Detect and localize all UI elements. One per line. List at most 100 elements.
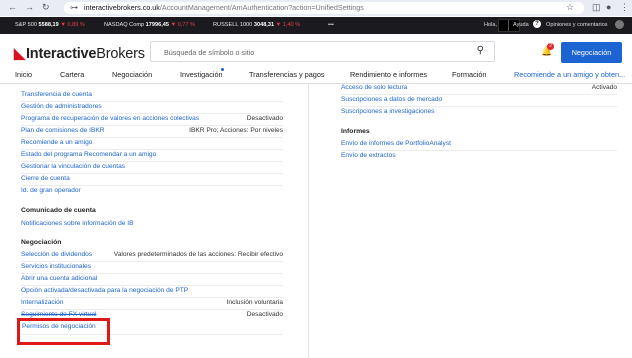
- search-icon[interactable]: ⚲: [477, 45, 484, 56]
- divider: [508, 20, 509, 31]
- setting-link[interactable]: Plan de comisiones de IBKR: [21, 127, 105, 134]
- setting-link[interactable]: Id. de gran operador: [21, 187, 81, 194]
- setting-link[interactable]: Gestión de administradores: [21, 103, 102, 110]
- list-item[interactable]: Transferencia de cuenta: [21, 91, 283, 101]
- greeting: Hola,: [484, 22, 498, 28]
- logo-mark-icon: ◣: [14, 46, 25, 62]
- setting-value: Desactivado: [246, 115, 283, 122]
- list-item[interactable]: Cierre de cuenta: [21, 175, 283, 185]
- settings-icon[interactable]: [615, 20, 624, 29]
- ticker-more-icon[interactable]: •••: [328, 22, 334, 28]
- extensions-icon[interactable]: ◫: [592, 2, 601, 13]
- list-item[interactable]: Estado del programa Recomendar a un amig…: [21, 151, 283, 161]
- forward-icon[interactable]: →: [25, 2, 34, 12]
- setting-link[interactable]: Notificaciones sobre información de IB: [21, 220, 134, 227]
- list-item[interactable]: Envío de extractos: [341, 152, 617, 162]
- profile-icon[interactable]: ●: [606, 2, 611, 12]
- setting-link[interactable]: Suscripciones a datos de mercado: [341, 96, 442, 103]
- list-item[interactable]: Servicios institucionales: [21, 263, 283, 273]
- highlight-box: [17, 318, 110, 345]
- ticker-name: NASDAQ Comp: [104, 22, 145, 28]
- list-item[interactable]: Suscripciones a investigaciones: [341, 108, 617, 118]
- help-link[interactable]: Ayuda: [513, 22, 529, 28]
- setting-link[interactable]: Estado del programa Recomendar a un amig…: [21, 151, 156, 158]
- nav-cartera[interactable]: Cartera: [60, 70, 84, 79]
- nav-formacion[interactable]: Formación: [452, 70, 486, 79]
- divider: [21, 297, 283, 298]
- setting-link[interactable]: Cierre de cuenta: [21, 175, 70, 182]
- list-item[interactable]: Gestión de administradores: [21, 103, 283, 113]
- setting-link[interactable]: Recomiende a un amigo: [21, 139, 92, 146]
- setting-link[interactable]: Acceso de solo lectura: [341, 84, 407, 91]
- back-icon[interactable]: ←: [8, 2, 17, 12]
- ticker-value: 5588,19: [38, 22, 59, 28]
- setting-link[interactable]: Abrir una cuenta adicional: [21, 275, 97, 282]
- ticker-change: ▼ 1,40 %: [275, 22, 301, 28]
- nav-negociacion[interactable]: Negociación: [112, 70, 152, 79]
- setting-link[interactable]: Transferencia de cuenta: [21, 91, 92, 98]
- list-item[interactable]: Notificaciones sobre información de IB: [21, 220, 283, 230]
- address-bar[interactable]: ⊶ interactivebrokers.co.uk/AccountManage…: [64, 2, 584, 14]
- symbol-search-input[interactable]: Búsqueda de símbolo o sitio ⚲: [150, 41, 495, 62]
- bookmark-star-icon[interactable]: ☆: [566, 2, 574, 13]
- setting-link[interactable]: Envío de extractos: [341, 152, 396, 159]
- main-nav: Inicio Cartera Negociación Investigación…: [0, 66, 632, 84]
- list-item[interactable]: Acceso de solo lectura Activado: [341, 84, 617, 94]
- interactive-brokers-logo[interactable]: ◣InteractiveBrokers: [14, 46, 145, 62]
- setting-link[interactable]: Gestionar la vinculación de cuentas: [21, 163, 125, 170]
- ticker-value: 17996,45: [145, 22, 170, 28]
- divider: [21, 161, 283, 162]
- search-placeholder: Búsqueda de símbolo o sitio: [164, 48, 255, 57]
- nav-inicio[interactable]: Inicio: [15, 70, 32, 79]
- setting-link[interactable]: Internalización: [21, 299, 64, 306]
- nav-transferencias[interactable]: Transferencias y pagos: [249, 70, 325, 79]
- section-heading: Negociación: [21, 239, 62, 246]
- list-item[interactable]: Envío de informes de PortfolioAnalyst: [341, 140, 617, 150]
- market-ticker-bar: S&P 500 5588,19 ▼ 0,89 % NASDAQ Comp 179…: [0, 17, 632, 34]
- setting-link[interactable]: Opción activada/desactivada para la nego…: [21, 287, 188, 294]
- divider: [341, 94, 617, 95]
- setting-value: Inclusión voluntaria: [226, 299, 283, 306]
- setting-link[interactable]: Envío de informes de PortfolioAnalyst: [341, 140, 451, 147]
- list-item[interactable]: Gestionar la vinculación de cuentas: [21, 163, 283, 173]
- list-item[interactable]: Recomiende a un amigo: [21, 139, 283, 149]
- setting-link[interactable]: Seguimiento de FX virtual: [21, 311, 97, 318]
- divider: [21, 101, 283, 102]
- list-item[interactable]: Suscripciones a datos de mercado: [341, 96, 617, 106]
- setting-link[interactable]: Servicios institucionales: [21, 263, 91, 270]
- nav-investigacion[interactable]: Investigación: [180, 70, 223, 79]
- site-info-icon[interactable]: ⊶: [70, 3, 78, 12]
- ticker-name: RUSSELL 1000: [213, 22, 253, 28]
- ticker-russell[interactable]: RUSSELL 1000 3048,31 ▼ 1,40 %: [213, 22, 300, 28]
- feedback-link[interactable]: Opiniones y comentarios: [546, 22, 608, 28]
- column-divider: [308, 84, 309, 358]
- setting-value: IBKR Pro; Acciones: Por niveles: [189, 127, 283, 134]
- list-item[interactable]: Abrir una cuenta adicional: [21, 275, 283, 285]
- new-indicator-dot: [221, 68, 224, 71]
- url-path: /AccountManagement/AmAuthentication?acti…: [159, 3, 364, 12]
- list-item[interactable]: Opción activada/desactivada para la nego…: [21, 287, 283, 297]
- notification-bell-icon[interactable]: 🔔 2: [541, 43, 554, 56]
- setting-link[interactable]: Programa de recuperación de valores en a…: [21, 115, 199, 122]
- help-icon[interactable]: ?: [533, 20, 541, 28]
- reload-icon[interactable]: ↻: [42, 2, 50, 13]
- list-item[interactable]: Programa de recuperación de valores en a…: [21, 115, 283, 125]
- browser-toolbar: ← → ↻ ⊶ interactivebrokers.co.uk/Account…: [0, 0, 632, 16]
- ticker-nasdaq[interactable]: NASDAQ Comp 17996,45 ▼ 0,77 %: [104, 22, 195, 28]
- setting-link[interactable]: Suscripciones a investigaciones: [341, 108, 434, 115]
- url-host: interactivebrokers.co.uk: [84, 3, 160, 12]
- notification-badge: 2: [547, 43, 554, 50]
- nav-rendimiento[interactable]: Rendimiento e informes: [350, 70, 427, 79]
- list-item[interactable]: Plan de comisiones de IBKR IBKR Pro; Acci…: [21, 127, 283, 137]
- trade-button[interactable]: Negociación: [561, 42, 622, 63]
- browser-menu-icon[interactable]: ⋮: [620, 2, 629, 13]
- list-item[interactable]: Selección de dividendos Valores predeterm…: [21, 251, 283, 261]
- list-item[interactable]: Internalización Inclusión voluntaria: [21, 299, 283, 309]
- ticker-sp500[interactable]: S&P 500 5588,19 ▼ 0,89 %: [15, 22, 85, 28]
- nav-recomiende[interactable]: Recomiende a un amigo y obten...: [514, 70, 625, 79]
- list-item[interactable]: Id. de gran operador: [21, 187, 283, 197]
- setting-link[interactable]: Selección de dividendos: [21, 251, 92, 258]
- section-heading: Informes: [341, 128, 370, 135]
- divider: [21, 173, 283, 174]
- divider: [21, 125, 283, 126]
